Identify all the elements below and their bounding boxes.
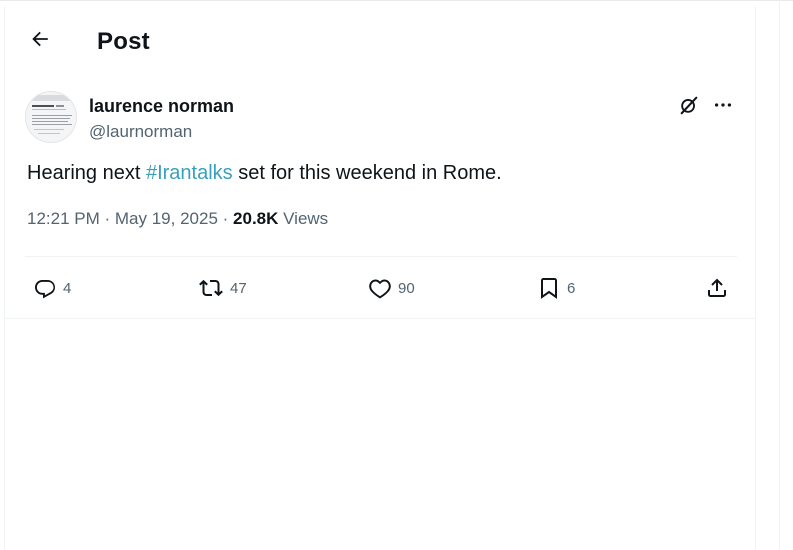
divider (25, 256, 737, 257)
tweet-date[interactable]: May 19, 2025 (115, 209, 218, 228)
grok-icon (678, 94, 700, 121)
like-button[interactable]: 90 (368, 276, 415, 300)
divider (5, 318, 755, 319)
repost-count: 47 (230, 279, 247, 297)
tweet-meta: 12:21 PM · May 19, 2025 · 20.8K Views (27, 209, 328, 229)
action-bar: 4 47 90 6 (5, 264, 755, 318)
heart-icon (368, 276, 392, 300)
page-title: Post (97, 28, 150, 55)
sidebar-separator (779, 0, 780, 550)
meta-separator: · (222, 209, 234, 228)
tweet-time[interactable]: 12:21 PM (27, 209, 100, 228)
author-row: laurence norman @laurnorman (5, 84, 755, 154)
author-handle[interactable]: @laurnorman (89, 122, 192, 142)
more-horizontal-icon (712, 94, 734, 121)
share-button[interactable] (705, 276, 729, 300)
share-icon (705, 276, 729, 300)
bookmark-icon (537, 276, 561, 300)
more-options-button[interactable] (710, 94, 736, 120)
bookmark-button[interactable]: 6 (537, 276, 575, 300)
tweet-text-before: Hearing next (27, 162, 146, 184)
reply-count: 4 (63, 279, 72, 297)
like-count: 90 (398, 279, 415, 297)
back-button[interactable] (23, 24, 57, 58)
arrow-left-icon (29, 28, 51, 55)
grok-button[interactable] (676, 94, 702, 120)
views-count: 20.8K (233, 209, 279, 228)
tweet-text: Hearing next #Irantalks set for this wee… (27, 160, 502, 186)
repost-button[interactable]: 47 (198, 276, 247, 300)
avatar[interactable] (25, 91, 77, 143)
bookmark-count: 6 (567, 279, 576, 297)
post-header: Post (5, 6, 755, 74)
views-label: Views (283, 209, 329, 228)
post-column: Post laurence norman @laurnorman Hearing… (4, 6, 756, 550)
hashtag-link[interactable]: #Irantalks (146, 162, 233, 184)
repost-icon (198, 276, 224, 300)
reply-icon (33, 276, 57, 300)
author-display-name[interactable]: laurence norman (89, 96, 234, 117)
tweet-text-after: set for this weekend in Rome. (232, 162, 502, 184)
meta-separator: · (104, 209, 115, 228)
reply-button[interactable]: 4 (33, 276, 71, 300)
